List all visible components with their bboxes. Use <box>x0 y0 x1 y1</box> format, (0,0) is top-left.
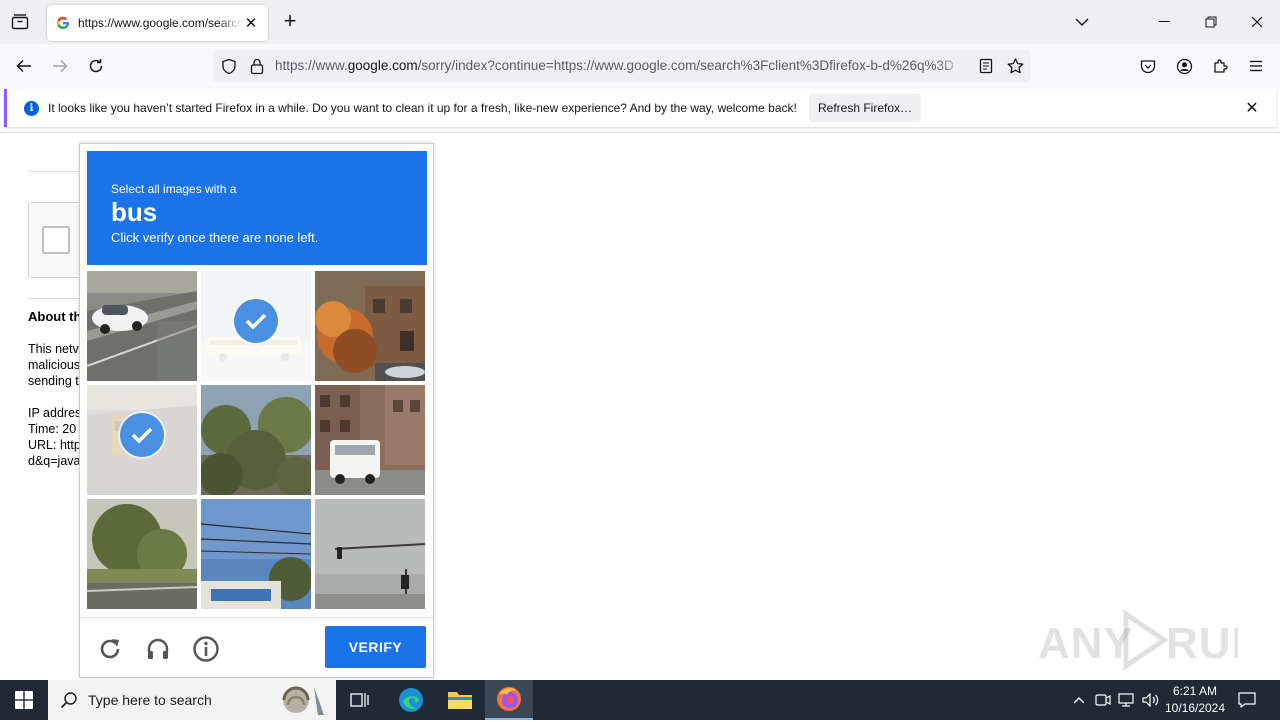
task-view-icon[interactable] <box>336 680 384 720</box>
captcha-hint: Click verify once there are none left. <box>111 230 319 245</box>
shield-icon[interactable] <box>219 56 239 76</box>
new-tab-icon[interactable]: + <box>280 10 300 32</box>
reload-challenge-icon[interactable] <box>95 634 125 664</box>
info-icon: i <box>24 101 39 116</box>
firefox-taskbar-icon[interactable] <box>485 680 533 720</box>
back-icon[interactable] <box>10 52 38 80</box>
search-placeholder: Type here to search <box>88 692 212 708</box>
tab-title: https://www.google.com/search <box>78 16 243 30</box>
search-icon <box>60 691 78 714</box>
captcha-tile-7[interactable] <box>87 499 197 609</box>
clock-date: 10/16/2024 <box>1164 701 1226 715</box>
divider <box>80 617 433 618</box>
recaptcha-checkbox[interactable] <box>42 226 70 254</box>
volume-icon[interactable] <box>1141 690 1161 710</box>
network-icon[interactable] <box>1117 690 1137 710</box>
taskbar-clock[interactable]: 6:21 AM 10/16/2024 <box>1160 683 1230 717</box>
about-heading: About th <box>28 309 82 324</box>
firefox-refresh-notification: i It looks like you haven’t started Fire… <box>4 89 1276 127</box>
selected-check-icon <box>120 413 164 457</box>
captcha-tile-6[interactable] <box>315 385 425 495</box>
address-bar[interactable]: https://www.google.com/sorry/index?conti… <box>213 50 1031 82</box>
captcha-tile-9[interactable] <box>315 499 425 609</box>
taskbar-search[interactable]: Type here to search <box>48 680 336 720</box>
captcha-tile-4[interactable] <box>87 385 197 495</box>
captcha-challenge: Select all images with a bus Click verif… <box>79 143 434 678</box>
verify-button[interactable]: VERIFY <box>325 626 426 668</box>
navigation-bar: https://www.google.com/sorry/index?conti… <box>0 44 1280 88</box>
menu-icon[interactable] <box>1242 52 1270 80</box>
captcha-header: Select all images with a bus Click verif… <box>87 151 427 265</box>
bookmark-star-icon[interactable] <box>1005 56 1025 76</box>
google-favicon-icon <box>56 16 70 30</box>
extensions-icon[interactable] <box>1206 52 1234 80</box>
reload-icon[interactable] <box>82 52 110 80</box>
chevron-down-icon[interactable] <box>1068 8 1096 36</box>
refresh-firefox-button[interactable]: Refresh Firefox… <box>809 94 921 122</box>
tray-overflow-icon[interactable] <box>1069 690 1089 710</box>
captcha-instruction: Select all images with a <box>111 182 237 196</box>
captcha-tile-5[interactable] <box>201 385 311 495</box>
notification-center-icon[interactable] <box>1237 690 1257 710</box>
selected-check-icon <box>234 299 278 343</box>
page-body-text: This netv malicious sending t IP addres … <box>28 342 82 468</box>
browser-tab[interactable]: https://www.google.com/search ✕ <box>47 5 268 41</box>
tab-strip: https://www.google.com/search ✕ + <box>0 0 1280 44</box>
search-highlight-icon <box>266 683 330 722</box>
tab-close-icon[interactable]: ✕ <box>242 14 260 32</box>
minimize-icon[interactable] <box>1151 8 1179 36</box>
reader-view-icon[interactable] <box>976 56 996 76</box>
captcha-target: bus <box>111 197 158 227</box>
svg-text:ANY: ANY <box>1038 619 1134 668</box>
forward-icon[interactable] <box>46 52 74 80</box>
captcha-tile-3[interactable] <box>315 271 425 381</box>
edge-icon[interactable] <box>387 680 435 720</box>
notification-message: It looks like you haven’t started Firefo… <box>48 101 797 115</box>
captcha-tile-8[interactable] <box>201 499 311 609</box>
restore-icon[interactable] <box>1197 8 1225 36</box>
windows-taskbar: Type here to search 6:21 AM 10/16/2024 <box>0 680 1280 720</box>
pocket-icon[interactable] <box>1134 52 1162 80</box>
account-icon[interactable] <box>1170 52 1198 80</box>
file-explorer-icon[interactable] <box>436 680 484 720</box>
audio-challenge-icon[interactable] <box>143 634 173 664</box>
captcha-tile-2[interactable] <box>201 271 311 381</box>
captcha-tile-1[interactable] <box>87 271 197 381</box>
tab-list-icon[interactable] <box>8 10 32 34</box>
clock-time: 6:21 AM <box>1172 684 1218 698</box>
meet-now-icon[interactable] <box>1093 690 1113 710</box>
close-window-icon[interactable] <box>1243 8 1271 36</box>
lock-icon[interactable] <box>247 56 267 76</box>
windows-start-icon[interactable] <box>0 680 48 720</box>
url-text[interactable]: https://www.google.com/sorry/index?conti… <box>275 58 970 73</box>
info-icon[interactable] <box>191 634 221 664</box>
close-icon[interactable]: ✕ <box>1242 98 1262 118</box>
svg-text:RUN: RUN <box>1166 619 1238 668</box>
